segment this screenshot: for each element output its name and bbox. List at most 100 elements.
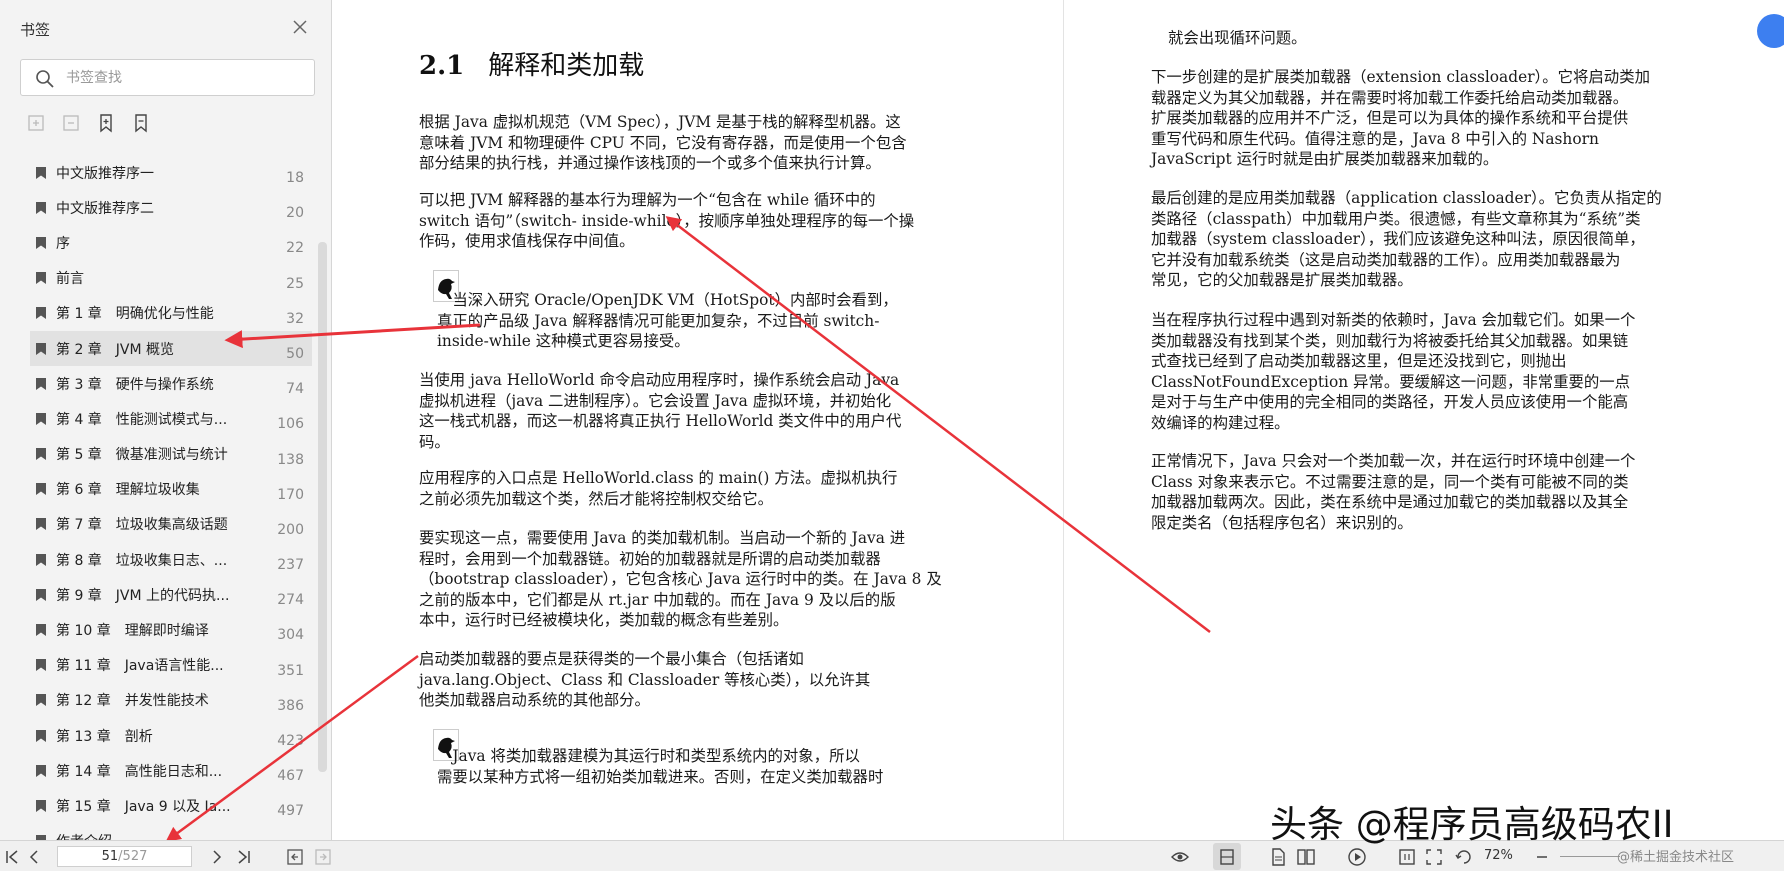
- text-line: 限定类名（包括程序包名）来识别的。: [1151, 513, 1413, 532]
- bookmark-toolbar: [26, 113, 151, 135]
- text-line: 扩展类加载器的应用并不广泛，但是可以为具体的操作系统和平台提供: [1151, 109, 1629, 127]
- search-icon: [36, 70, 54, 88]
- bookmark-page: 467: [277, 768, 304, 785]
- bookmark-page: 237: [277, 557, 304, 574]
- bookmark-search-input[interactable]: [66, 68, 306, 88]
- current-page: 51: [101, 849, 119, 864]
- paragraph: 启动类加载器的要点是获得类的一个最小集合（包括诸如 java.lang.Objec…: [419, 649, 870, 711]
- last-page-icon[interactable]: [234, 847, 254, 867]
- bookmark-label: 第 14 章 高性能日志和...: [56, 763, 223, 780]
- bookmark-flag-icon: [36, 272, 46, 285]
- bookmark-item[interactable]: 第 5 章 微基准测试与统计 138: [30, 437, 312, 472]
- bookmark-label: 第 9 章 JVM 上的代码执...: [56, 587, 230, 604]
- expand-all-icon[interactable]: [26, 113, 46, 133]
- two-page-view-icon[interactable]: [1296, 847, 1316, 867]
- bookmark-flag-icon: [36, 553, 46, 566]
- text-line: 之前的版本中，它们都是从 rt.jar 中加载的。而在 Java 9 及以后的版: [419, 590, 896, 609]
- bookmark-item[interactable]: 前言 25: [30, 261, 312, 296]
- zoom-level[interactable]: 72%: [1484, 848, 1513, 863]
- collapse-all-icon[interactable]: [61, 113, 81, 133]
- bookmark-item[interactable]: 第 13 章 剖析 423: [30, 718, 312, 753]
- bookmark-flag-icon: [36, 342, 46, 355]
- paragraph: 当使用 java HelloWorld 命令启动应用程序时，操作系统会启动 Ja…: [419, 370, 901, 452]
- single-page-view-icon[interactable]: [1217, 847, 1237, 867]
- bookmark-item[interactable]: 第 8 章 垃圾收集日志、... 237: [30, 542, 312, 577]
- bookmark-flag-icon: [36, 729, 46, 742]
- bookmark-item[interactable]: 第 10 章 理解即时编译 304: [30, 612, 312, 647]
- section-title: 解释和类加载: [488, 51, 645, 81]
- text-line: 就会出现循环问题。: [1168, 29, 1307, 47]
- text-line: 作码，使用求值栈保存中间值。: [419, 232, 635, 250]
- bookmark-page: 304: [277, 627, 304, 644]
- bookmark-item[interactable]: 第 15 章 Java 9 以及 Ja... 497: [30, 788, 312, 823]
- zoom-slider[interactable]: [1560, 856, 1620, 857]
- bookmark-item[interactable]: 第 2 章 JVM 概览 50: [30, 330, 312, 367]
- prev-page-icon[interactable]: [24, 847, 44, 867]
- bookmark-panel: 书签 中文版推荐序一 18 中文版推荐序二 20 序 22 前言 25 第 1 章 明确优化与性…: [0, 0, 332, 850]
- paragraph: 当在程序执行过程中遇到对新类的依赖时，Java 会加载它们。如果一个 类加载器没有…: [1151, 310, 1635, 433]
- bookmark-search[interactable]: [20, 59, 315, 96]
- bookmark-item[interactable]: 序 22: [30, 225, 312, 260]
- eye-icon[interactable]: [1170, 847, 1190, 867]
- next-page-icon[interactable]: [207, 847, 227, 867]
- rotate-icon[interactable]: [1454, 847, 1474, 867]
- close-icon[interactable]: [290, 17, 310, 37]
- paragraph: 下一步创建的是扩展类加载器（extension classloader）。它将启…: [1151, 67, 1650, 170]
- bookmark-page: 274: [277, 592, 304, 609]
- document-view-icon[interactable]: [1268, 847, 1288, 867]
- bookmark-item[interactable]: 第 7 章 垃圾收集高级话题 200: [30, 507, 312, 542]
- bookmark-item[interactable]: 中文版推荐序一 18: [30, 155, 312, 190]
- forward-icon[interactable]: [313, 847, 333, 867]
- paragraph: 就会出现循环问题。: [1168, 28, 1307, 49]
- bookmark-item[interactable]: 第 12 章 并发性能技术 386: [30, 683, 312, 718]
- text-line: 应用程序的入口点是 HelloWorld.class 的 main() 方法。虚…: [419, 469, 898, 487]
- bookmark-page: 25: [286, 275, 304, 292]
- bookmark-item[interactable]: 第 11 章 Java语言性能... 351: [30, 648, 312, 683]
- bookmark-flag-icon: [36, 518, 46, 531]
- bookmark-label: 第 6 章 理解垃圾收集: [56, 482, 200, 499]
- bookmark-flag-icon: [36, 236, 46, 249]
- bookmark-label: 中文版推荐序一: [56, 165, 154, 182]
- bookmark-page: 200: [277, 521, 304, 538]
- paragraph: 要实现这一点，需要使用 Java 的类加载机制。当启动一个新的 Java 进程时…: [419, 528, 942, 631]
- section-number: 2.1: [419, 51, 465, 81]
- bookmark-label: 序: [56, 235, 70, 252]
- text-line: 下一步创建的是扩展类加载器（extension classloader）。它将启…: [1151, 68, 1650, 86]
- bookmark-item[interactable]: 第 3 章 硬件与操作系统 74: [30, 366, 312, 401]
- fit-page-icon[interactable]: [1424, 847, 1444, 867]
- actual-size-icon[interactable]: [1397, 847, 1417, 867]
- bookmark-item[interactable]: 第 9 章 JVM 上的代码执... 274: [30, 577, 312, 612]
- text-line: 类路径（classpath）中加载用户类。很遗憾，有些文章称其为“系统”类: [1151, 209, 1641, 228]
- text-line: 常见，它的父加载器是扩展类加载器。: [1151, 271, 1413, 289]
- bookmark-label: 第 11 章 Java语言性能...: [56, 658, 224, 675]
- text-line: 可以把 JVM 解释器的基本行为理解为一个“包含在 while 循环中的: [419, 191, 876, 209]
- first-page-icon[interactable]: [2, 847, 22, 867]
- watermark: 头条 @程序员高级码农II: [1270, 803, 1674, 846]
- zoom-out-icon[interactable]: [1532, 847, 1552, 867]
- floating-assistant-button[interactable]: [1757, 14, 1784, 48]
- page-number-input[interactable]: 51/527: [57, 846, 192, 867]
- bookmark-item[interactable]: 第 1 章 明确优化与性能 32: [30, 296, 312, 331]
- bookmark-item[interactable]: 第 4 章 性能测试模式与... 106: [30, 401, 312, 436]
- note-text: 当深入研究 Oracle/OpenJDK VM（HotSpot）内部时会看到， 真…: [437, 290, 898, 352]
- back-icon[interactable]: [285, 847, 305, 867]
- bookmark-label: 中文版推荐序二: [56, 200, 154, 217]
- bookmark-icon[interactable]: [131, 113, 151, 133]
- bookmark-label: 第 1 章 明确优化与性能: [56, 306, 214, 323]
- bookmark-item[interactable]: 第 6 章 理解垃圾收集 170: [30, 472, 312, 507]
- bookmark-item[interactable]: 中文版推荐序二 20: [30, 190, 312, 225]
- bookmark-item[interactable]: 第 14 章 高性能日志和... 467: [30, 753, 312, 788]
- bookmark-page: 20: [286, 205, 304, 222]
- text-line: 根据 Java 虚拟机规范（VM Spec），JVM 是基于栈的解释型机器。这: [419, 113, 901, 131]
- scrollbar[interactable]: [318, 242, 327, 772]
- bookmark-label: 第 7 章 垃圾收集高级话题: [56, 517, 228, 534]
- text-line: 它并没有加载系统类（这是启动类加载器的工作）。应用类加载器最为: [1151, 250, 1621, 269]
- text-line: 类加载器没有找到某个类，则加载行为将被委托给其父加载器。如果链: [1151, 331, 1629, 350]
- bookmark-page: 138: [277, 451, 304, 468]
- bookmark-label: 第 12 章 并发性能技术: [56, 693, 209, 710]
- text-line: 启动类加载器的要点是获得类的一个最小集合（包括诸如: [419, 650, 804, 668]
- bookmark-page: 170: [277, 486, 304, 503]
- add-bookmark-icon[interactable]: [96, 113, 116, 133]
- play-icon[interactable]: [1347, 847, 1367, 867]
- total-pages: /527: [118, 849, 148, 864]
